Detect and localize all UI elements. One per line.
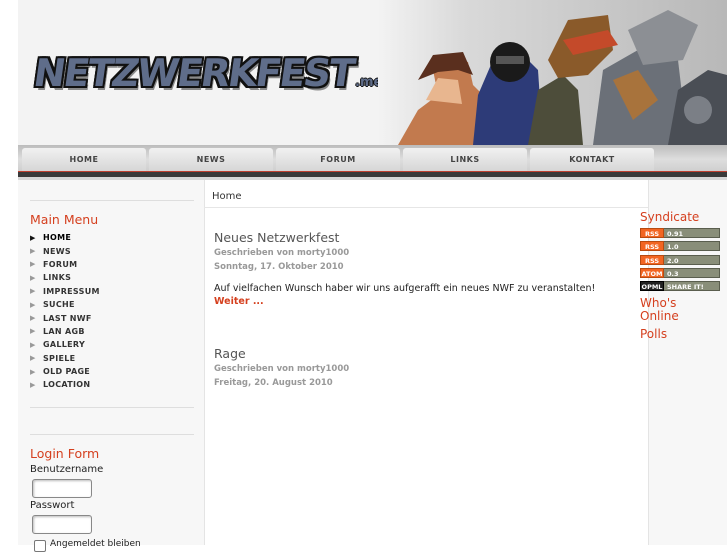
share-label: SHARE IT! <box>664 281 720 291</box>
rss-091-badge[interactable]: RSS 0.91 <box>640 228 720 238</box>
arrow-right-icon: ▶ <box>30 273 36 282</box>
arrow-right-icon: ▶ <box>30 327 36 336</box>
nav-news[interactable]: NEWS <box>149 148 273 171</box>
menu-item-old-page[interactable]: ▶ OLD PAGE <box>30 365 190 378</box>
menu-item-label: HOME <box>43 233 72 243</box>
logo-text: NETZWERKFEST <box>30 51 357 95</box>
menu-item-suche[interactable]: ▶ SUCHE <box>30 298 190 311</box>
feed-version: 1.0 <box>664 241 720 251</box>
menu-item-label: LINKS <box>43 273 72 283</box>
arrow-right-icon: ▶ <box>30 287 36 296</box>
menu-item-gallery[interactable]: ▶ GALLERY <box>30 338 190 351</box>
atom-03-badge[interactable]: ATOM 0.3 <box>640 268 720 278</box>
arrow-right-icon: ▶ <box>30 367 36 376</box>
menu-item-label: LAST NWF <box>43 313 92 323</box>
arrow-right-icon: ▶ <box>30 380 36 389</box>
menu-item-home[interactable]: ▶ HOME <box>30 231 190 244</box>
main-menu-title: Main Menu <box>30 212 99 227</box>
nav-home[interactable]: HOME <box>22 148 146 171</box>
whos-online-link[interactable]: Who's Online <box>640 297 700 323</box>
menu-item-label: NEWS <box>43 246 71 256</box>
syndicate-title: Syndicate <box>640 210 700 224</box>
login-form-title: Login Form <box>30 446 100 461</box>
remember-label: Angemeldet bleiben <box>50 539 141 549</box>
menu-item-lan-agb[interactable]: ▶ LAN AGB <box>30 325 190 338</box>
divider <box>30 200 194 201</box>
page: NETZWERKFEST .me HOME NEWS FORUM LINKS K… <box>18 0 727 552</box>
readmore-link[interactable]: Weiter ... <box>214 296 264 307</box>
article-body: Auf vielfachen Wunsch haber wir uns aufg… <box>214 283 596 294</box>
nav-kontakt[interactable]: KONTAKT <box>530 148 654 171</box>
menu-item-label: IMPRESSUM <box>43 286 100 296</box>
menu-item-links[interactable]: ▶ LINKS <box>30 271 190 284</box>
top-nav: HOME NEWS FORUM LINKS KONTAKT <box>18 145 727 171</box>
menu-item-label: OLD PAGE <box>43 367 91 377</box>
article-date: Freitag, 20. August 2010 <box>214 378 333 388</box>
article-title[interactable]: Neues Netzwerkfest <box>214 230 339 245</box>
nav-forum[interactable]: FORUM <box>276 148 400 171</box>
username-input[interactable] <box>32 479 92 498</box>
arrow-right-icon: ▶ <box>30 300 36 309</box>
menu-item-label: FORUM <box>43 259 78 269</box>
divider <box>30 407 194 408</box>
feed-type: ATOM <box>640 268 664 278</box>
article-author: Geschrieben von morty1000 <box>214 364 350 374</box>
feed-type: RSS <box>640 255 664 265</box>
article-title[interactable]: Rage <box>214 346 246 361</box>
remember-checkbox[interactable] <box>34 540 46 552</box>
menu-item-impressum[interactable]: ▶ IMPRESSUM <box>30 285 190 298</box>
feed-version: 0.3 <box>664 268 720 278</box>
header-banner: NETZWERKFEST .me <box>18 0 727 145</box>
article-date: Sonntag, 17. Oktober 2010 <box>214 262 344 272</box>
arrow-right-icon: ▶ <box>30 233 36 242</box>
password-input[interactable] <box>32 515 92 534</box>
opml-share-badge[interactable]: OPML SHARE IT! <box>640 281 720 291</box>
password-label: Passwort <box>30 500 75 511</box>
feed-version: 2.0 <box>664 255 720 265</box>
menu-item-last-nwf[interactable]: ▶ LAST NWF <box>30 311 190 324</box>
menu-item-label: SPIELE <box>43 353 76 363</box>
menu-item-news[interactable]: ▶ NEWS <box>30 244 190 257</box>
username-label: Benutzername <box>30 464 104 475</box>
arrow-right-icon: ▶ <box>30 354 36 363</box>
feed-type: RSS <box>640 228 664 238</box>
polls-link[interactable]: Polls <box>640 327 667 341</box>
menu-item-location[interactable]: ▶ LOCATION <box>30 378 190 391</box>
arrow-right-icon: ▶ <box>30 314 36 323</box>
article-author: Geschrieben von morty1000 <box>214 248 350 258</box>
breadcrumb: Home <box>212 191 242 202</box>
arrow-right-icon: ▶ <box>30 260 36 269</box>
main-menu: ▶ HOME ▶ NEWS ▶ FORUM ▶ LINKS ▶ IMPRESSUM ▶ SU… <box>30 231 190 392</box>
menu-item-label: LAN AGB <box>43 326 85 336</box>
menu-item-forum[interactable]: ▶ FORUM <box>30 258 190 271</box>
game-characters-artwork <box>378 0 727 145</box>
rss-10-badge[interactable]: RSS 1.0 <box>640 241 720 251</box>
arrow-right-icon: ▶ <box>30 247 36 256</box>
nav-links[interactable]: LINKS <box>403 148 527 171</box>
arrow-right-icon: ▶ <box>30 340 36 349</box>
divider <box>30 434 194 435</box>
rss-20-badge[interactable]: RSS 2.0 <box>640 255 720 265</box>
feed-type: RSS <box>640 241 664 251</box>
menu-item-label: LOCATION <box>43 380 91 390</box>
menu-item-label: GALLERY <box>43 340 86 350</box>
divider <box>204 207 648 208</box>
site-logo[interactable]: NETZWERKFEST .me <box>31 44 382 98</box>
feed-type: OPML <box>640 281 664 291</box>
feed-version: 0.91 <box>664 228 720 238</box>
menu-item-label: SUCHE <box>43 300 75 310</box>
menu-item-spiele[interactable]: ▶ SPIELE <box>30 352 190 365</box>
